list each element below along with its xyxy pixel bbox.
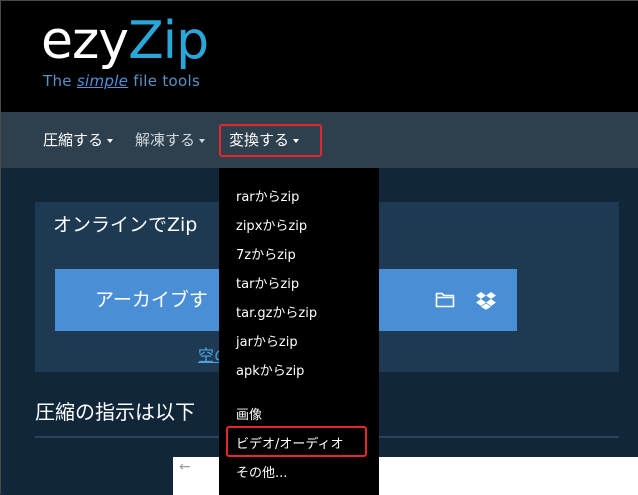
site-header: ezyZip The simple file tools — [1, 1, 638, 112]
nav-compress-label: 圧縮する — [43, 131, 104, 149]
panel-title: オンラインでZip — [53, 214, 198, 236]
nav-convert-highlight — [219, 124, 322, 157]
nav-extract[interactable]: 解凍する — [135, 112, 206, 168]
menu-item-targz-to-zip[interactable]: tar.gzからzip — [236, 302, 317, 321]
menu-item-apk-to-zip[interactable]: apkからzip — [236, 360, 304, 379]
archive-button-label: アーカイブす — [95, 289, 208, 311]
nav-extract-label: 解凍する — [135, 131, 196, 149]
menu-item-images[interactable]: 画像 — [236, 404, 262, 423]
main-navbar: 圧縮する 解凍する 変換する — [1, 112, 638, 168]
convert-dropdown-menu: rarからzip zipxからzip 7zからzip tarからzip tar.… — [219, 168, 379, 495]
menu-item-tar-to-zip[interactable]: tarからzip — [236, 273, 299, 292]
caret-down-icon — [199, 138, 206, 143]
caret-down-icon — [107, 138, 114, 143]
tagline-the: The — [43, 72, 77, 90]
tagline-simple: simple — [76, 72, 129, 90]
logo-ezy: ezy — [41, 11, 129, 71]
menu-item-other[interactable]: その他... — [236, 462, 287, 481]
menu-item-jar-to-zip[interactable]: jarからzip — [236, 331, 298, 350]
menu-item-zipx-to-zip[interactable]: zipxからzip — [236, 215, 307, 234]
menu-item-rar-to-zip[interactable]: rarからzip — [236, 186, 299, 205]
logo-zip: Zip — [128, 11, 209, 71]
logo-tagline: The simple file tools — [43, 72, 200, 90]
video-audio-highlight — [226, 426, 367, 457]
logo[interactable]: ezyZip — [41, 9, 209, 73]
back-arrow-icon[interactable]: ← — [179, 459, 191, 475]
section-title: 圧縮の指示は以下 — [35, 400, 195, 424]
tagline-rest: file tools — [128, 72, 201, 90]
menu-item-7z-to-zip[interactable]: 7zからzip — [236, 244, 296, 263]
dropbox-icon[interactable] — [475, 291, 497, 314]
folder-icon[interactable] — [435, 291, 455, 312]
nav-compress[interactable]: 圧縮する — [43, 112, 114, 168]
